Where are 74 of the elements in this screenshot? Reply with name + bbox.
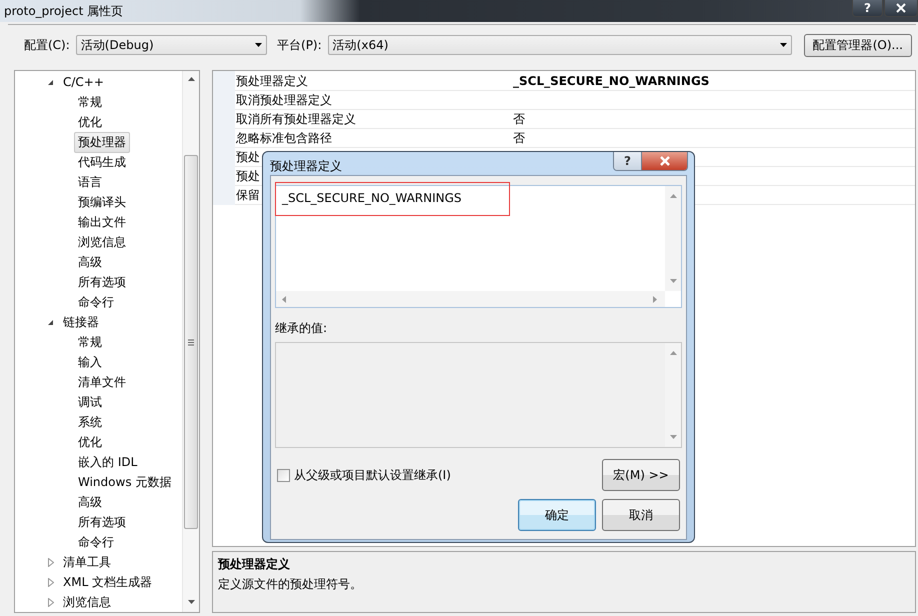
property-name[interactable]: 预处理器定义 — [236, 74, 308, 88]
help-button[interactable]: ? — [852, 0, 883, 17]
expanded-arrow-icon[interactable] — [47, 78, 54, 86]
tree-item[interactable]: 高级 — [74, 492, 106, 512]
field-label: 配置(C): — [24, 36, 70, 54]
configuration-manager-button[interactable]: 配置管理器(O)... — [804, 34, 912, 56]
window-title: proto_project 属性页 — [3, 3, 124, 20]
tree-item[interactable]: Windows 元数据 — [74, 472, 176, 492]
scrollbar-thumb[interactable] — [184, 155, 198, 529]
tree-item[interactable]: 优化 — [74, 432, 106, 452]
tree-item[interactable]: 高级 — [74, 252, 106, 272]
tree-item[interactable]: 清单工具 — [59, 552, 115, 572]
property-name[interactable]: 取消所有预处理器定义 — [236, 112, 356, 126]
property-name[interactable]: 保留 — [236, 188, 260, 202]
macros-button[interactable]: 宏(M) >> — [602, 459, 680, 491]
description-title: 预处理器定义 — [218, 556, 291, 573]
scrollbar[interactable] — [276, 291, 665, 307]
property-name[interactable]: 预处 — [236, 150, 260, 164]
help-button[interactable]: ? — [614, 152, 642, 170]
tree-item[interactable]: 命令行 — [74, 292, 118, 312]
scroll-left-icon[interactable] — [282, 296, 286, 302]
close-button[interactable] — [884, 0, 918, 17]
ok-button[interactable]: 确定 — [518, 499, 596, 531]
close-icon — [658, 156, 670, 166]
tree-item[interactable]: 预编译头 — [74, 192, 130, 212]
checkbox-label[interactable]: 从父级或项目默认设置继承(I) — [294, 466, 451, 484]
tree-item[interactable]: 链接器 — [59, 312, 103, 332]
description-text: 定义源文件的预处理符号。 — [218, 576, 363, 593]
collapsed-arrow-icon[interactable] — [48, 598, 54, 606]
configuration-dropdown[interactable]: 活动(Debug) — [76, 35, 268, 55]
property-name[interactable]: 预处 — [236, 168, 260, 182]
close-button[interactable] — [642, 152, 687, 170]
property-value[interactable]: _SCL_SECURE_NO_WARNINGS — [509, 74, 710, 88]
scroll-down-icon[interactable] — [188, 600, 194, 604]
property-value[interactable]: 否 — [509, 130, 525, 146]
tree-item[interactable]: 输出文件 — [74, 212, 130, 232]
tree-item[interactable]: 输入 — [74, 352, 106, 372]
tree-item[interactable]: 清单文件 — [74, 372, 130, 392]
tree-item[interactable]: 语言 — [74, 172, 106, 192]
tree-item[interactable]: C/C++ — [59, 73, 108, 91]
tree-item[interactable]: 常规 — [74, 332, 106, 352]
tree-item[interactable]: XML 文档生成器 — [59, 572, 156, 592]
close-icon — [896, 3, 906, 13]
tree-item[interactable]: 命令行 — [74, 532, 118, 552]
tree-item[interactable]: 常规 — [74, 92, 106, 112]
definitions-input[interactable]: _SCL_SECURE_NO_WARNINGS — [276, 186, 665, 291]
expanded-arrow-icon[interactable] — [47, 318, 54, 326]
checkbox[interactable] — [277, 468, 290, 482]
scrollbar[interactable] — [182, 71, 199, 612]
property-name[interactable]: 取消预处理器定义 — [236, 92, 332, 106]
tree-item[interactable]: 优化 — [74, 112, 106, 132]
scroll-up-icon[interactable] — [188, 77, 194, 81]
tree-item[interactable]: 所有选项 — [74, 512, 130, 532]
collapsed-arrow-icon[interactable] — [48, 578, 54, 586]
field-label: 平台(P): — [277, 36, 322, 54]
cancel-button[interactable]: 取消 — [602, 499, 680, 531]
scroll-right-icon[interactable] — [653, 296, 657, 302]
tree-item[interactable]: 预处理器 — [74, 132, 130, 152]
tree-item[interactable]: 调试 — [74, 392, 106, 412]
dialog-title: 预处理器定义 — [270, 158, 343, 175]
tree-item[interactable]: 系统 — [74, 412, 106, 432]
dropdown-arrow-icon — [780, 43, 787, 47]
tree-item[interactable]: 所有选项 — [74, 272, 130, 292]
property-value[interactable]: 否 — [509, 110, 525, 128]
tree-item[interactable]: 浏览信息 — [74, 232, 130, 252]
tree-item[interactable]: 浏览信息 — [59, 592, 115, 612]
tree-item[interactable]: 嵌入的 IDL — [74, 452, 142, 472]
platform-dropdown[interactable]: 活动(x64) — [328, 35, 792, 55]
section-label: 继承的值: — [275, 320, 328, 337]
dropdown-arrow-icon — [255, 43, 262, 47]
tree-item[interactable]: 代码生成 — [74, 152, 130, 172]
grip-icon — [188, 338, 194, 346]
collapsed-arrow-icon[interactable] — [48, 558, 54, 566]
property-name[interactable]: 忽略标准包含路径 — [236, 130, 332, 144]
